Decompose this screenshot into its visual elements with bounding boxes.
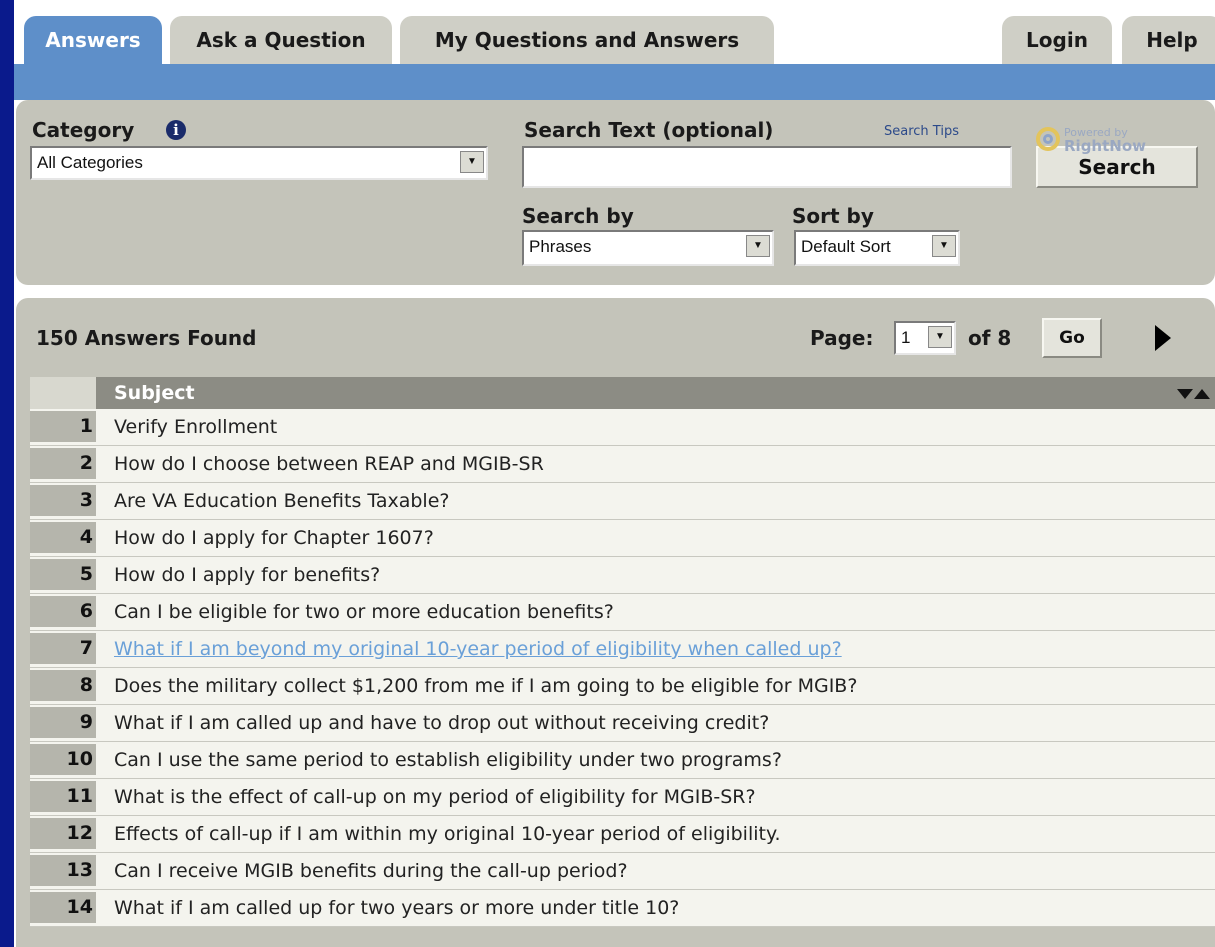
row-number: 2 [30,448,96,479]
rightnow-text: RightNow [1064,137,1146,155]
table-row[interactable]: 1 Verify Enrollment [30,409,1215,446]
row-number: 4 [30,522,96,553]
answer-link[interactable]: Effects of call-up if I am within my ori… [114,816,781,853]
tab-help[interactable]: Help [1122,16,1215,64]
answer-link[interactable]: Can I be eligible for two or more educat… [114,594,614,631]
table-row[interactable]: 11 What is the effect of call-up on my pe… [30,779,1215,816]
tab-bar: Answers Ask a Question My Questions and … [14,10,1215,100]
category-label: Category [32,118,135,142]
tab-strip [14,64,1215,100]
answer-link[interactable]: Are VA Education Benefits Taxable? [114,483,450,520]
table-row[interactable]: 4 How do I apply for Chapter 1607? [30,520,1215,557]
table-body: 1 Verify Enrollment 2 How do I choose betwe… [30,409,1215,927]
row-number: 6 [30,596,96,627]
powered-by-logo[interactable]: Powered by RightNow [1036,119,1176,159]
tab-answers[interactable]: Answers [24,16,162,64]
table-row[interactable]: 2 How do I choose between REAP and MGIB-S… [30,446,1215,483]
table-row[interactable]: 13 Can I receive MGIB benefits during the… [30,853,1215,890]
answer-link[interactable]: Does the military collect $1,200 from me… [114,668,857,705]
go-button[interactable]: Go [1042,318,1102,358]
page-select-value: 1 [901,328,911,347]
answer-link[interactable]: Verify Enrollment [114,409,277,446]
table-row[interactable]: 10 Can I use the same period to establish… [30,742,1215,779]
table-row[interactable]: 6 Can I be eligible for two or more educa… [30,594,1215,631]
row-number: 12 [30,818,96,849]
page-count: of 8 [968,326,1012,350]
row-number: 14 [30,892,96,923]
column-header-subject[interactable]: Subject [114,377,195,409]
tab-ask-question[interactable]: Ask a Question [170,16,392,64]
next-page-icon[interactable] [1155,325,1171,351]
sort-by-label: Sort by [792,204,874,228]
category-select-value: All Categories [37,153,143,172]
sort-icon[interactable] [1177,389,1213,401]
tab-login[interactable]: Login [1002,16,1112,64]
search-by-value: Phrases [529,237,592,256]
row-number: 5 [30,559,96,590]
page-select[interactable]: 1 ▼ [894,321,956,355]
search-by-select[interactable]: Phrases ▼ [522,230,774,266]
row-number: 3 [30,485,96,516]
info-icon[interactable]: i [166,120,186,140]
answers-found-count: 150 Answers Found [36,326,257,350]
table-row[interactable]: 5 How do I apply for benefits? [30,557,1215,594]
category-select[interactable]: All Categories ▼ [30,146,488,180]
search-text-label: Search Text (optional) [524,118,774,142]
answer-link[interactable]: What if I am beyond my original 10-year … [114,631,842,668]
page-label: Page: [810,326,874,350]
row-number: 7 [30,633,96,664]
row-number: 13 [30,855,96,886]
row-number: 9 [30,707,96,738]
answer-link[interactable]: What if I am called up for two years or … [114,890,679,927]
search-input[interactable] [522,146,1012,188]
answer-link[interactable]: Can I receive MGIB benefits during the c… [114,853,628,890]
chevron-down-icon[interactable]: ▼ [460,151,484,173]
search-tips-link[interactable]: Search Tips [884,124,959,139]
sort-ascending-icon[interactable] [1194,389,1210,399]
sort-by-value: Default Sort [801,237,891,256]
table-row[interactable]: 9 What if I am called up and have to drop… [30,705,1215,742]
row-number: 11 [30,781,96,812]
table-row[interactable]: 12 Effects of call-up if I am within my o… [30,816,1215,853]
row-number: 1 [30,411,96,442]
search-by-label: Search by [522,204,634,228]
rightnow-logo-icon [1036,127,1060,151]
answer-link[interactable]: What is the effect of call-up on my peri… [114,779,756,816]
table-row[interactable]: 3 Are VA Education Benefits Taxable? [30,483,1215,520]
answer-link[interactable]: How do I apply for benefits? [114,557,380,594]
answer-link[interactable]: How do I apply for Chapter 1607? [114,520,434,557]
app-frame: Answers Ask a Question My Questions and … [14,0,1215,947]
sort-descending-icon[interactable] [1177,389,1193,399]
chevron-down-icon[interactable]: ▼ [932,235,956,257]
answer-link[interactable]: Can I use the same period to establish e… [114,742,782,779]
chevron-down-icon[interactable]: ▼ [746,235,770,257]
results-table: Subject 1 Verify Enrollment 2 How do I choo… [30,377,1215,927]
table-row[interactable]: 14 What if I am called up for two years o… [30,890,1215,927]
sort-by-select[interactable]: Default Sort ▼ [794,230,960,266]
chevron-down-icon[interactable]: ▼ [928,326,952,348]
header-number-cell [30,377,96,409]
tab-my-questions[interactable]: My Questions and Answers [400,16,774,64]
table-header: Subject [30,377,1215,409]
answer-link[interactable]: How do I choose between REAP and MGIB-SR [114,446,544,483]
row-number: 10 [30,744,96,775]
table-row[interactable]: 8 Does the military collect $1,200 from m… [30,668,1215,705]
table-row[interactable]: 7 What if I am beyond my original 10-year… [30,631,1215,668]
answer-link[interactable]: What if I am called up and have to drop … [114,705,769,742]
row-number: 8 [30,670,96,701]
